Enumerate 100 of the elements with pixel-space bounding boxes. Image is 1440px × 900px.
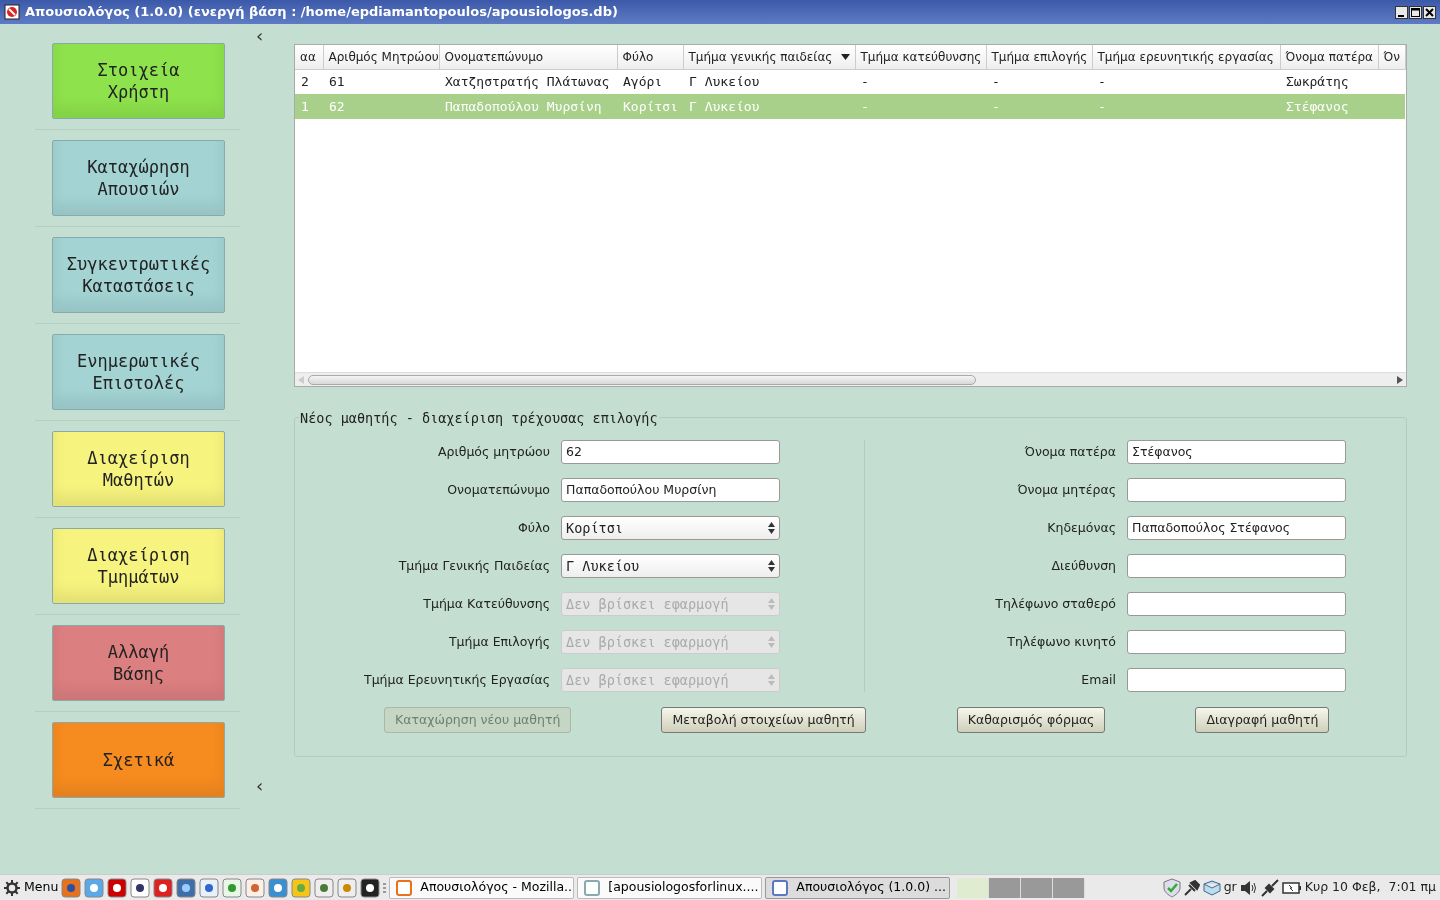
form-title: Νέος μαθητής - διαχείριση τρέχουσας επιλογής (299, 408, 659, 429)
field-label: Τμήμα Ερευνητικής Εργασίας (363, 670, 551, 689)
column-header[interactable]: Τμήμα κατεύθυνσης (855, 45, 986, 69)
table-cell: Χατζηστρατής Πλάτωνας (439, 69, 617, 94)
table-cell: Σωκράτης (1280, 69, 1378, 94)
horizontal-scrollbar[interactable] (295, 372, 1406, 386)
field-label: Κηδεμόνας (1046, 518, 1117, 537)
field-label: Διεύθυνση (1050, 556, 1117, 575)
table-cell: Κορίτσι (617, 94, 683, 119)
table-cell: 2 (295, 69, 323, 94)
scrollbar-thumb[interactable] (308, 374, 976, 385)
column-header[interactable]: Αριθμός Μητρώου (323, 45, 439, 69)
sidebar-button[interactable]: Ενημερωτικές Επιστολές (52, 334, 225, 410)
table-cell: Στέφανος (1280, 94, 1378, 119)
workspace-button[interactable] (989, 877, 1022, 898)
gear-icon (4, 879, 20, 896)
field-label: Αριθμός μητρώου (437, 442, 551, 461)
input-field[interactable] (1127, 630, 1346, 654)
keyboard-layout[interactable]: gr (1223, 878, 1237, 897)
dropdown-field[interactable]: Γ Λυκείου (561, 554, 780, 578)
column-header[interactable]: Όνομα πατέρα (1280, 45, 1378, 69)
taskbar-task[interactable]: Απουσιολόγος - Mozilla... (389, 876, 575, 899)
table-cell: - (855, 69, 986, 94)
input-field[interactable]: Παπαδοπούλου Μυρσίνη (561, 478, 780, 502)
table-row[interactable]: 2 61 Χατζηστρατής Πλάτωνας Αγόρι Γ Λυκείου - - - Σωκράτης (295, 69, 1405, 94)
taskbar-task[interactable]: [apousiologosforlinux.... (577, 876, 763, 899)
input-field[interactable] (1127, 478, 1346, 502)
menu-button[interactable]: Menu (4, 878, 59, 897)
input-field[interactable] (1127, 668, 1346, 692)
collapse-button[interactable]: ‹ (256, 777, 264, 795)
scroll-right-icon[interactable] (1396, 375, 1403, 384)
workspace-button[interactable] (1021, 877, 1054, 898)
column-header[interactable]: Ονοματεπώνυμο (439, 45, 617, 69)
column-header[interactable]: Τμήμα ερευνητικής εργασίας (1092, 45, 1280, 69)
box-icon[interactable] (1202, 879, 1221, 896)
table-cell: Γ Λυκείου (683, 94, 855, 119)
window-title: Απουσιολόγος (1.0.0) (ενεργή βάση : /home/epdiamantopoulos/apousiologos.db) (25, 3, 618, 22)
shield-check-icon[interactable] (1162, 877, 1181, 898)
field-label: Τμήμα Γενικής Παιδείας (397, 556, 551, 575)
spin-arrows-icon (768, 636, 775, 648)
app-icon (4, 4, 20, 20)
input-field[interactable] (1127, 554, 1346, 578)
speaker-icon[interactable] (1239, 879, 1258, 896)
spin-arrows-icon (768, 522, 775, 534)
dropdown-field[interactable]: Κορίτσι (561, 516, 780, 540)
input-field[interactable]: Στέφανος (1127, 440, 1346, 464)
table-cell: - (1092, 69, 1280, 94)
field-label: Όνομα πατέρα (1023, 442, 1117, 461)
maximize-button[interactable] (1409, 5, 1422, 19)
sidebar-button[interactable]: Συγκεντρωτικές Καταστάσεις (52, 237, 225, 313)
sidebar-button[interactable]: Διαχείριση Μαθητών (52, 431, 225, 507)
form-button[interactable]: Καθαρισμός φόρμας (956, 707, 1106, 733)
taskbar-task[interactable]: Απουσιολόγος (1.0.0) ... (765, 876, 951, 899)
field-label: Ονοματεπώνυμο (446, 480, 551, 499)
sidebar-button[interactable]: Διαχείριση Τμημάτων (52, 528, 225, 604)
plug-icon[interactable] (1260, 878, 1279, 897)
sidebar-button[interactable]: Αλλαγή Βάσης (52, 625, 225, 701)
pin-icon[interactable] (1183, 879, 1200, 896)
table-cell: Παπαδοπούλου Μυρσίνη (439, 94, 617, 119)
field-label: Τμήμα Κατεύθυνσης (422, 594, 551, 613)
close-button[interactable] (1423, 5, 1436, 19)
column-header[interactable]: Όν (1378, 45, 1405, 69)
table-cell: - (1092, 94, 1280, 119)
collapse-button[interactable]: ‹ (256, 27, 264, 45)
table-cell: Γ Λυκείου (683, 69, 855, 94)
column-header[interactable]: Φύλο (617, 45, 683, 69)
input-field[interactable]: Παπαδοπούλος Στέφανος (1127, 516, 1346, 540)
spin-arrows-icon (768, 560, 775, 572)
battery-icon[interactable] (1281, 880, 1302, 895)
form-button[interactable]: Διαγραφή μαθητή (1195, 707, 1330, 733)
table-cell: 61 (323, 69, 439, 94)
field-label: Email (1080, 670, 1117, 689)
column-header[interactable]: αα (295, 45, 323, 69)
spin-arrows-icon (768, 674, 775, 686)
field-label: Τηλέφωνο σταθερό (994, 594, 1117, 613)
grip-icon (383, 882, 387, 893)
field-label: Τηλέφωνο κινητό (1006, 632, 1117, 651)
sidebar-button[interactable]: Καταχώρηση Απουσιών (52, 140, 225, 216)
column-header[interactable]: Τμήμα επιλογής (986, 45, 1092, 69)
table-cell: - (986, 69, 1092, 94)
table-cell: - (986, 94, 1092, 119)
sort-descending-icon (840, 54, 850, 60)
sidebar-button[interactable]: Στοιχεία Χρήστη (52, 43, 225, 119)
clock[interactable]: Κυρ 10 Φεβ, 7:01 πμ (1304, 878, 1436, 897)
column-header[interactable]: Τμήμα γενικής παιδείας (683, 45, 855, 69)
table-cell: - (855, 94, 986, 119)
form-button[interactable]: Μεταβολή στοιχείων μαθητή (661, 707, 866, 733)
minimize-button[interactable] (1395, 5, 1408, 19)
spin-arrows-icon (768, 598, 775, 610)
field-label: Τμήμα Επιλογής (447, 632, 551, 651)
input-field[interactable] (1127, 592, 1346, 616)
input-field[interactable]: 62 (561, 440, 780, 464)
field-label: Φύλο (516, 518, 551, 537)
table-cell: Αγόρι (617, 69, 683, 94)
table-cell: 1 (295, 94, 323, 119)
field-label: Όνομα μητέρας (1016, 480, 1117, 499)
sidebar-button[interactable]: Σχετικά (52, 722, 225, 798)
workspace-button[interactable] (957, 877, 990, 898)
workspace-button[interactable] (1053, 877, 1086, 898)
table-cell: 62 (323, 94, 439, 119)
